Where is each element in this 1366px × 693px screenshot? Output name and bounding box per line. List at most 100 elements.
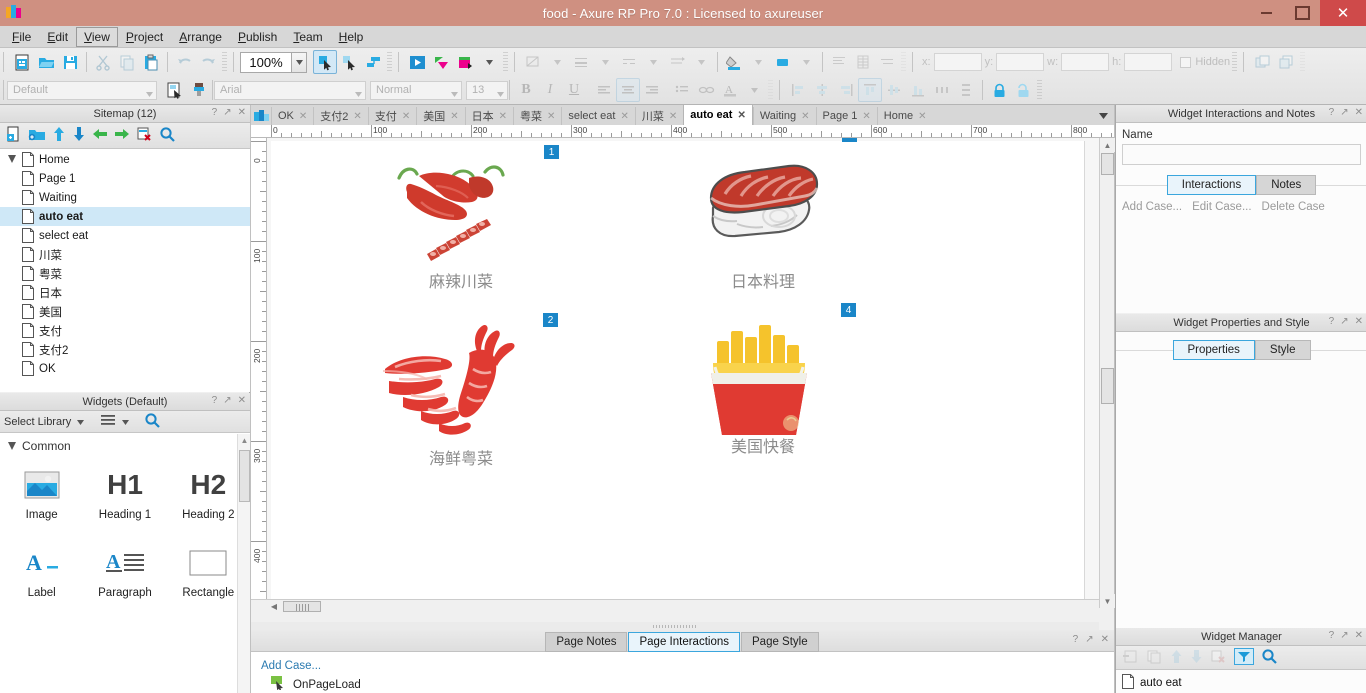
align-top-icon[interactable]: [827, 50, 851, 74]
align-center-icon[interactable]: [616, 78, 640, 102]
align-obj-bottom-icon[interactable]: [906, 78, 930, 102]
widget-name-input[interactable]: [1122, 144, 1361, 165]
scroll-up-icon[interactable]: ▲: [240, 436, 249, 445]
scroll-left-icon[interactable]: ◀: [267, 600, 281, 613]
underline-icon[interactable]: U: [562, 78, 586, 102]
widgets-scroll-thumb[interactable]: [239, 450, 250, 502]
distribute-icon[interactable]: [875, 50, 899, 74]
menu-file[interactable]: File: [4, 27, 39, 47]
sitemap-tree[interactable]: Home Page 1 Waiting auto eat select eat 川菜 粤菜日…: [0, 150, 250, 392]
publish-icon[interactable]: [429, 50, 453, 74]
generate-html-icon[interactable]: [453, 50, 477, 74]
wp-help-button[interactable]: ?: [1329, 316, 1335, 328]
h-input[interactable]: [1124, 53, 1173, 71]
widgets-search-icon[interactable]: [144, 412, 161, 431]
sitemap-add-folder-icon[interactable]: [28, 126, 46, 146]
page-tab-waiting[interactable]: Waiting ✕: [752, 107, 816, 125]
arrow-style-icon[interactable]: [665, 50, 689, 74]
font-weight-combo[interactable]: Normal: [370, 80, 462, 100]
save-file-icon[interactable]: [58, 50, 82, 74]
wm-float-button[interactable]: ↗: [1340, 630, 1348, 642]
tab-interactions[interactable]: Interactions: [1166, 175, 1257, 195]
zoom-value[interactable]: 100%: [240, 51, 292, 73]
grid-icon[interactable]: [851, 50, 875, 74]
bottom-tab-page-interactions[interactable]: Page Interactions: [628, 631, 740, 652]
widget-item-heading1[interactable]: H1 Heading 1: [83, 455, 166, 533]
menu-project[interactable]: Project: [118, 27, 171, 47]
page-tab-日本[interactable]: 日本 ✕: [464, 107, 513, 125]
menu-edit[interactable]: Edit: [39, 27, 76, 47]
menu-view[interactable]: View: [76, 26, 118, 47]
redo-icon[interactable]: [196, 50, 220, 74]
vertical-scroll-thumb[interactable]: [1101, 153, 1114, 175]
link-icon[interactable]: [694, 78, 718, 102]
sitemap-move-down-icon[interactable]: [72, 126, 86, 145]
vertical-scroll-thumb-2[interactable]: [1101, 368, 1114, 404]
close-icon[interactable]: ✕: [353, 111, 361, 122]
bring-front-icon[interactable]: [1250, 50, 1274, 74]
widget-delete-case-link[interactable]: Delete Case: [1262, 201, 1325, 213]
menu-team[interactable]: Team: [285, 27, 330, 47]
wm-add-layer-icon[interactable]: [1122, 649, 1139, 667]
line-style-icon[interactable]: [617, 50, 641, 74]
sitemap-indent-icon[interactable]: [92, 127, 108, 144]
wm-filter-icon[interactable]: [1234, 647, 1254, 668]
horizontal-scroll-thumb[interactable]: [283, 601, 321, 612]
close-button[interactable]: ✕: [1320, 0, 1366, 26]
shape-style-dropdown-icon[interactable]: [545, 50, 569, 74]
preview-icon[interactable]: [405, 50, 429, 74]
tab-style[interactable]: Style: [1254, 340, 1311, 360]
font-color-icon[interactable]: A: [718, 78, 742, 102]
widget-manager-item[interactable]: auto eat: [1116, 670, 1366, 692]
page-tab-auto-eat[interactable]: auto eat ✕: [683, 105, 753, 125]
arrow-style-dropdown-icon[interactable]: [689, 50, 713, 74]
sitemap-item-select-eat[interactable]: select eat: [0, 226, 250, 245]
canvas-item-badge[interactable]: 3: [842, 138, 857, 142]
design-canvas[interactable]: 1 麻辣川菜 日本料理 2 海鲜粤菜 4 美国快餐: [267, 138, 1099, 608]
send-back-icon[interactable]: [1274, 50, 1298, 74]
widget-item-label[interactable]: A Label: [0, 533, 83, 611]
canvas-item-badge[interactable]: 2: [543, 313, 558, 327]
shape-style-icon[interactable]: [521, 50, 545, 74]
widgets-options-icon[interactable]: [100, 414, 116, 429]
sitemap-move-up-icon[interactable]: [52, 126, 66, 145]
bullet-list-icon[interactable]: [670, 78, 694, 102]
page-panel-close-button[interactable]: ✕: [1101, 634, 1109, 645]
new-file-icon[interactable]: [10, 50, 34, 74]
close-icon[interactable]: ✕: [801, 111, 809, 122]
wp-close-button[interactable]: ✕: [1355, 316, 1363, 328]
undo-icon[interactable]: [172, 50, 196, 74]
scroll-up-icon[interactable]: ▲: [1100, 138, 1115, 152]
shadow-color-icon[interactable]: [770, 50, 794, 74]
align-left-icon[interactable]: [592, 78, 616, 102]
w-input[interactable]: [1061, 53, 1110, 71]
close-icon[interactable]: ✕: [620, 111, 628, 122]
widgets-close-button[interactable]: ✕: [238, 395, 246, 407]
sitemap-close-button[interactable]: ✕: [238, 107, 246, 119]
canvas-item-sushi[interactable]: 3 日本料理: [683, 138, 857, 292]
sitemap-float-button[interactable]: ↗: [223, 107, 231, 119]
add-case-link[interactable]: Add Case...: [261, 660, 1114, 672]
page-tab-ok[interactable]: OK ✕: [271, 107, 314, 125]
line-width-icon[interactable]: [569, 50, 593, 74]
widget-item-image[interactable]: Image: [0, 455, 83, 533]
zoom-dropdown-icon[interactable]: [292, 51, 307, 73]
canvas-item-badge[interactable]: 4: [841, 303, 856, 317]
widgets-options-dropdown-icon[interactable]: [122, 416, 130, 428]
wp-float-button[interactable]: ↗: [1340, 316, 1348, 328]
sitemap-help-button[interactable]: ?: [212, 107, 218, 119]
wi-close-button[interactable]: ✕: [1355, 107, 1363, 119]
page-tab-美国[interactable]: 美国 ✕: [416, 107, 465, 125]
align-obj-left-icon[interactable]: [786, 78, 810, 102]
cut-icon[interactable]: [91, 50, 115, 74]
unlock-icon[interactable]: [1011, 78, 1035, 102]
tree-expander-icon[interactable]: [8, 155, 20, 164]
sitemap-item-川菜[interactable]: 川菜: [0, 245, 250, 264]
y-input[interactable]: [996, 53, 1045, 71]
fill-color-icon[interactable]: [722, 50, 746, 74]
lock-icon[interactable]: [987, 78, 1011, 102]
distribute-horizontal-icon[interactable]: [930, 78, 954, 102]
menu-publish[interactable]: Publish: [230, 27, 285, 47]
sitemap-delete-page-icon[interactable]: [136, 126, 153, 145]
tab-properties[interactable]: Properties: [1172, 340, 1255, 360]
